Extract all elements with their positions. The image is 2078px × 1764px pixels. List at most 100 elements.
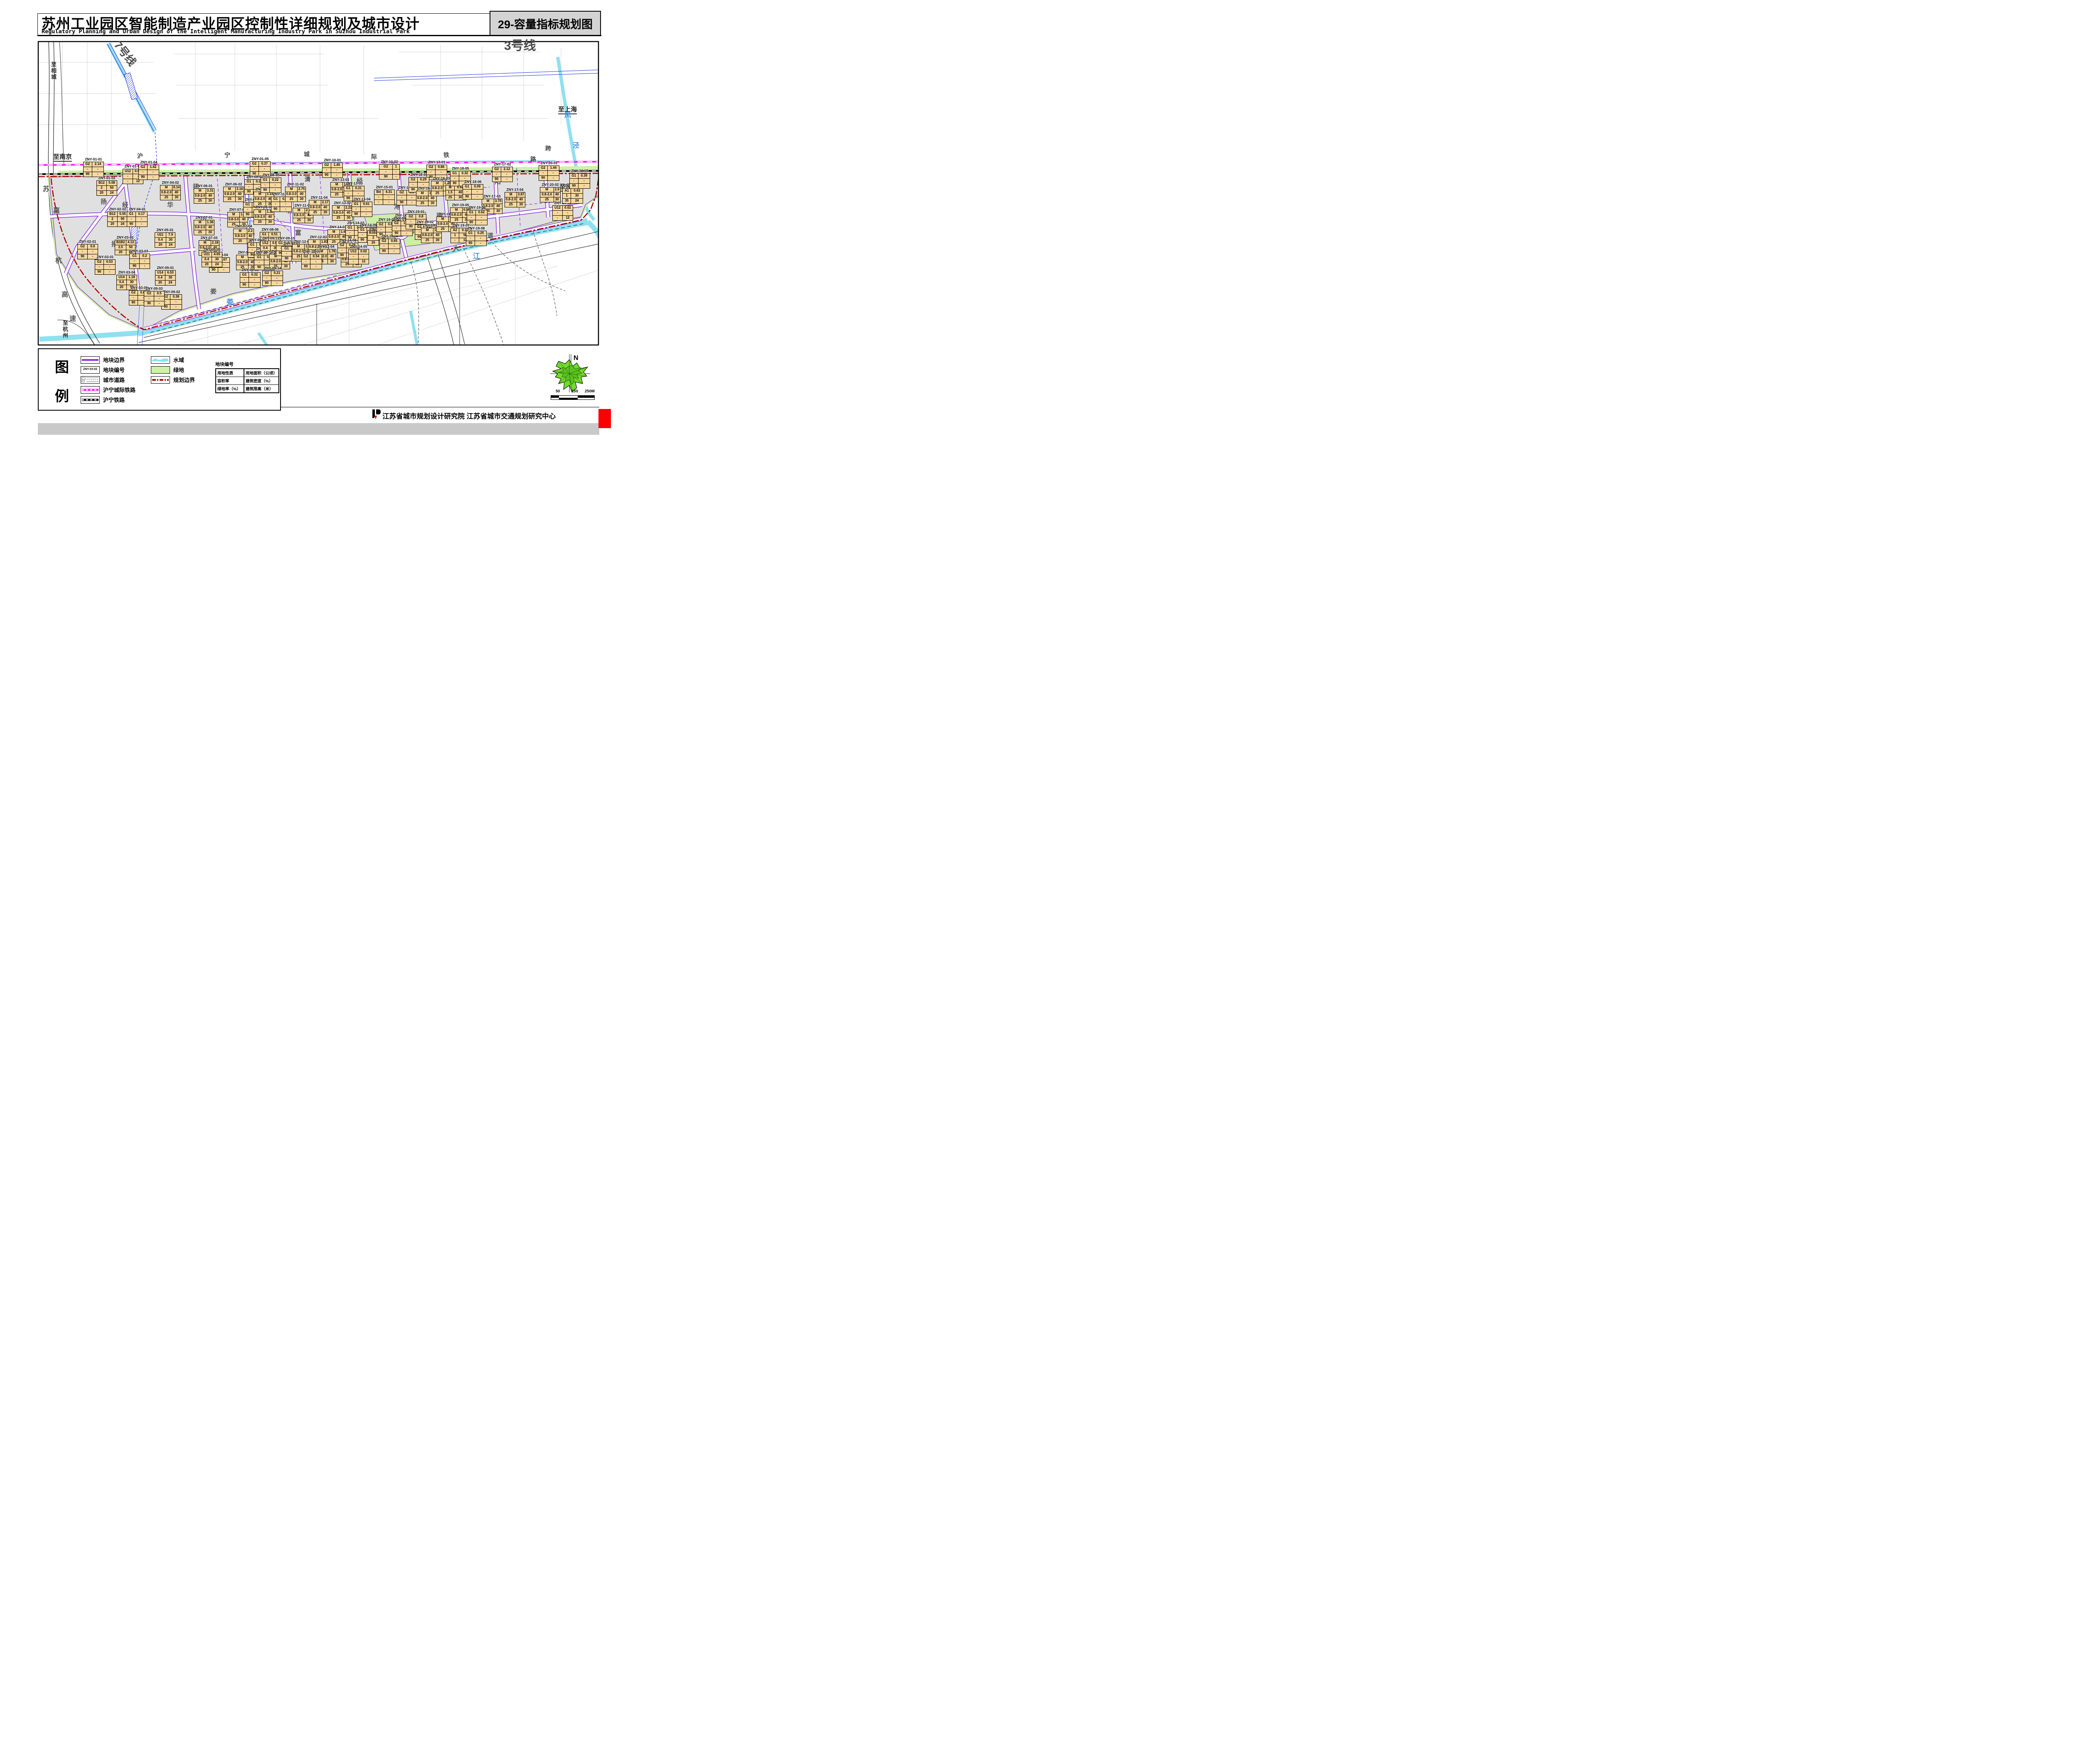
parcel-code: ZNY-13-04	[352, 197, 372, 201]
parcel-code: ZNY-11-04	[309, 196, 330, 200]
map-text: 道	[487, 233, 493, 239]
parcel-index-table: U120.02---12	[552, 205, 573, 221]
parcel-index-table: G20.32--90-	[240, 272, 261, 288]
parcel-label: ZNY-12-05G20.54--90-	[301, 250, 322, 269]
map-text: 凤	[564, 112, 571, 119]
parcel-index-table: G20.21--90-	[262, 271, 283, 286]
parcel-index-table: M2.750.8-3.0402530	[285, 187, 306, 202]
parcel-boundary-swatch	[81, 356, 100, 364]
map-text: 泾	[573, 143, 579, 149]
plan-boundary-swatch	[151, 376, 170, 384]
parcel-code: ZNY-02-01	[77, 240, 98, 244]
parcel-index-table: M3.310.8-2.0402530	[194, 188, 214, 204]
parcel-code: ZNY-03-01	[95, 255, 116, 259]
map-text: 至相城	[51, 62, 56, 80]
parcel-code: ZNY-06-01	[194, 184, 214, 188]
parcel-index-table: Bd4.31----	[374, 190, 395, 205]
parcel-code: ZNY-18-01	[409, 173, 429, 177]
map-text: 清	[305, 176, 310, 182]
legend-item-label: 城市道路	[103, 376, 125, 384]
parcel-label: ZNY-20-05G10.39--90-	[569, 169, 590, 189]
parcel-code: ZNY-03-02	[115, 236, 135, 239]
parcel-index-table: M3.870.8-2.0402530	[505, 192, 525, 207]
legend-item-parcel-code: ZNY-03-02地块编号	[81, 366, 125, 374]
parcel-label: ZNY-17-04M3.870.8-2.0402530	[505, 188, 525, 207]
city-road-swatch	[81, 376, 100, 384]
map-text: 华	[167, 202, 173, 208]
parcel-index-table: B125.082502024	[96, 180, 117, 196]
parcel-index-table: U214.650.4302024	[202, 252, 222, 267]
parcel-code: ZNY-20-01	[539, 161, 559, 165]
parcel-code: ZNY-01-04	[138, 160, 159, 164]
parcel-index-table: G10.25--90-	[466, 231, 487, 246]
parcel-key-row: 用地性质用地面积（公顷）	[216, 369, 279, 377]
parcel-label: ZNY-19-06G10.62--90-	[467, 206, 487, 225]
railway-swatch	[81, 396, 100, 404]
parcel-label: ZNY-05-01U217.90.4302024	[155, 228, 175, 248]
parcel-code: ZNY-20-02	[540, 183, 561, 187]
map-text: 富	[295, 230, 301, 236]
parcel-code: ZNY-20-05	[569, 169, 590, 173]
parcel-label: ZNY-04-02M8.140.8-2.0402530	[160, 181, 181, 200]
parcel-code: ZNY-19-06	[467, 206, 487, 209]
parcel-index-table: M3.160.8-2.0402530	[223, 187, 244, 202]
map-text: 至杭州	[62, 320, 68, 339]
parcel-label: ZNY-18-06G10.09--90-	[463, 180, 483, 200]
parcel-code-swatch: ZNY-03-02	[81, 366, 100, 374]
parcel-code: ZNY-07-04	[233, 224, 254, 228]
legend-item-label: 地块编号	[103, 366, 125, 374]
parcel-code: ZNY-18-05	[450, 167, 471, 170]
parcel-index-table: M1.360.8-3.0402530	[194, 220, 214, 235]
jp-logo-icon	[371, 409, 381, 422]
parcel-code: ZNY-17-02	[492, 163, 513, 166]
parcel-code: ZNY-11-02	[285, 182, 306, 186]
map-text: 大	[453, 245, 459, 251]
parcel-label: ZNY-17-02G22.12--90-	[492, 163, 513, 182]
scale-tick-150: 150	[571, 389, 578, 394]
parcel-code: ZNY-08-06	[260, 228, 281, 232]
map-text: 至南京	[53, 154, 72, 162]
map-text: 扬	[101, 199, 107, 205]
map-text: 江	[473, 253, 480, 260]
parcel-index-table: G20.5--90-	[144, 291, 165, 306]
parcel-label: ZNY-06-01M3.310.8-2.0402530	[194, 184, 214, 204]
parcel-key-row: 容积率建筑密度（%）	[216, 377, 279, 385]
parcel-code: ZNY-09-05	[202, 248, 222, 251]
parcel-index-table: G10.17--90-	[127, 212, 148, 227]
organization-names: 江苏省城市规划设计研究院 江苏省城市交通规划研究中心	[382, 411, 586, 421]
parcel-code: ZNY-09-01	[155, 266, 176, 270]
parcel-index-table: A10.631303524	[562, 188, 583, 204]
green-swatch	[151, 366, 170, 374]
parcel-index-table: G10.09--90-	[463, 184, 483, 200]
parcel-index-table: G21.45--90-	[322, 163, 343, 178]
parcel-code: ZNY-17-01	[426, 160, 447, 164]
parcel-code: ZNY-13-02	[332, 201, 353, 205]
parcel-index-table: G21.42--90-	[138, 165, 159, 180]
legend-item-label: 沪宁城际铁路	[103, 386, 135, 394]
parcel-label: ZNY-08-05G10.22--90-	[261, 173, 281, 193]
parcel-code: ZNY-17-03	[482, 195, 502, 198]
parcel-label: ZNY-01-04G21.42--90-	[138, 160, 159, 180]
legend-item-label: 水域	[173, 356, 184, 364]
parcel-code: ZNY-13-03	[344, 182, 364, 185]
parcel-code: ZNY-12-05	[301, 250, 322, 254]
parcel-index-table: M8.140.8-2.0402530	[160, 185, 181, 200]
parcel-label: ZNY-01-01G22.14--90-	[83, 158, 104, 177]
parcel-index-table: G10.22--90-	[261, 177, 281, 193]
parcel-label: ZNY-15-01Bd4.31----	[374, 185, 395, 205]
legend-item-parcel-boundary: 地块边界	[81, 356, 125, 364]
parcel-label: ZNY-10-01G21.45--90-	[322, 158, 343, 178]
map-text: 宁	[224, 152, 230, 158]
scale-tick-250: 250M	[585, 389, 595, 394]
parcel-label: ZNY-07-01M1.360.8-3.0402530	[194, 216, 214, 235]
legend-title-char-2: 例	[55, 385, 69, 405]
intercity-rail-swatch	[81, 386, 100, 394]
parcel-label: ZNY-09-08G20.32--90-	[240, 268, 261, 288]
parcel-label: ZNY-10-02G21--90-	[379, 160, 400, 180]
scale-bar: 50 150 250M	[551, 389, 596, 400]
parcel-index-table: B125.552502024	[107, 212, 128, 227]
parcel-code: ZNY-04-02	[160, 181, 181, 185]
parcel-index-table: M2.170.8-3.0402530	[309, 200, 330, 215]
parcel-code: ZNY-14-04	[337, 239, 358, 242]
parcel-code: ZNY-10-01	[322, 158, 343, 162]
